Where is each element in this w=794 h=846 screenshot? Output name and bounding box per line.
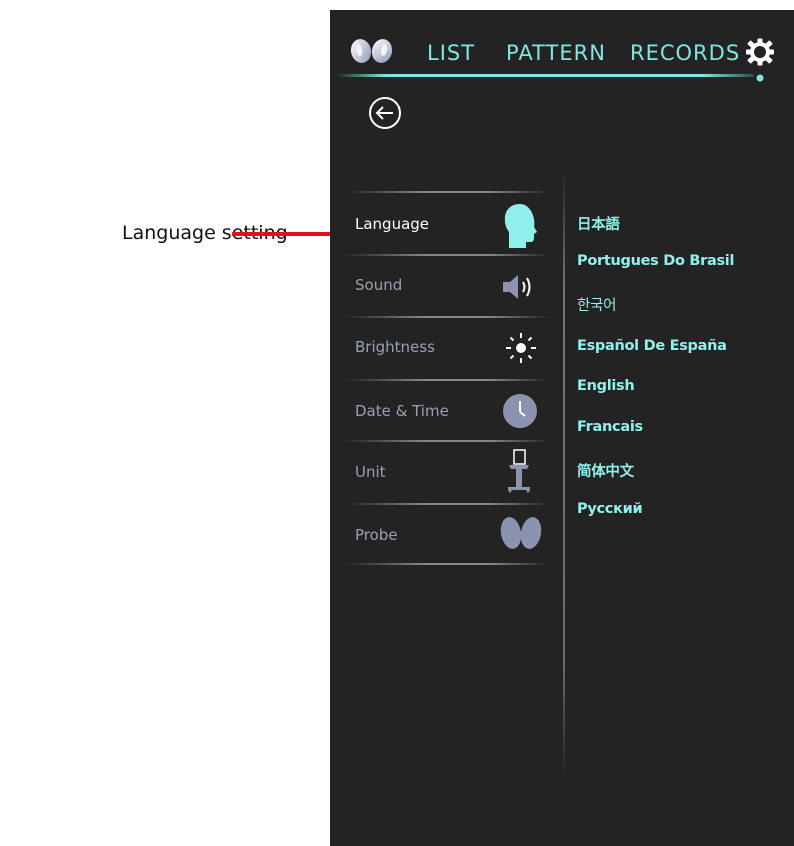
menu-item-sound[interactable]: Sound (344, 257, 550, 317)
language-option-portuguese[interactable]: Portugues Do Brasil (577, 253, 734, 269)
menu-divider (344, 379, 550, 381)
menu-item-brightness[interactable]: Brightness (344, 319, 550, 379)
menu-item-probe[interactable]: Probe (344, 506, 550, 566)
menu-divider (344, 191, 550, 193)
menu-item-label: Date & Time (355, 402, 449, 420)
column-separator (563, 168, 565, 780)
probes-logo-icon[interactable] (348, 38, 398, 68)
menu-item-language[interactable]: Language (344, 196, 550, 256)
menu-item-label: Language (355, 215, 430, 233)
sun-icon (506, 333, 536, 363)
top-nav: LIST PATTERN RECORDS (330, 10, 794, 85)
menu-item-label: Unit (355, 463, 386, 481)
language-option-chinese[interactable]: 简体中文 (577, 460, 634, 481)
language-option-russian[interactable]: Русский (577, 501, 643, 517)
menu-divider (344, 503, 550, 505)
annotation: Language setting (0, 0, 352, 846)
menu-item-label: Brightness (355, 338, 435, 356)
device-screen: LIST PATTERN RECORDS Language Sound Brig… (330, 10, 794, 846)
language-option-english[interactable]: English (577, 378, 635, 394)
back-arrow-icon[interactable] (368, 96, 402, 130)
language-option-french[interactable]: Francais (577, 419, 643, 435)
menu-item-label: Sound (355, 276, 403, 294)
nav-tab-pattern[interactable]: PATTERN (506, 41, 606, 65)
menu-item-label: Probe (355, 526, 398, 544)
nav-tab-list[interactable]: LIST (427, 41, 475, 65)
device-unit-icon (508, 449, 530, 493)
nav-underline (336, 74, 754, 77)
clock-icon (503, 394, 537, 428)
language-option-korean[interactable]: 한국어 (577, 294, 616, 315)
gear-icon[interactable] (744, 38, 776, 84)
probes-icon (500, 517, 542, 549)
menu-item-unit[interactable]: Unit (344, 443, 550, 503)
head-icon (504, 204, 537, 248)
speaker-icon (503, 275, 531, 299)
language-option-spanish[interactable]: Español De España (577, 338, 727, 354)
language-option-japanese[interactable]: 日本語 (577, 213, 620, 234)
menu-item-date-time[interactable]: Date & Time (344, 382, 550, 442)
nav-tab-records[interactable]: RECORDS (630, 41, 740, 65)
